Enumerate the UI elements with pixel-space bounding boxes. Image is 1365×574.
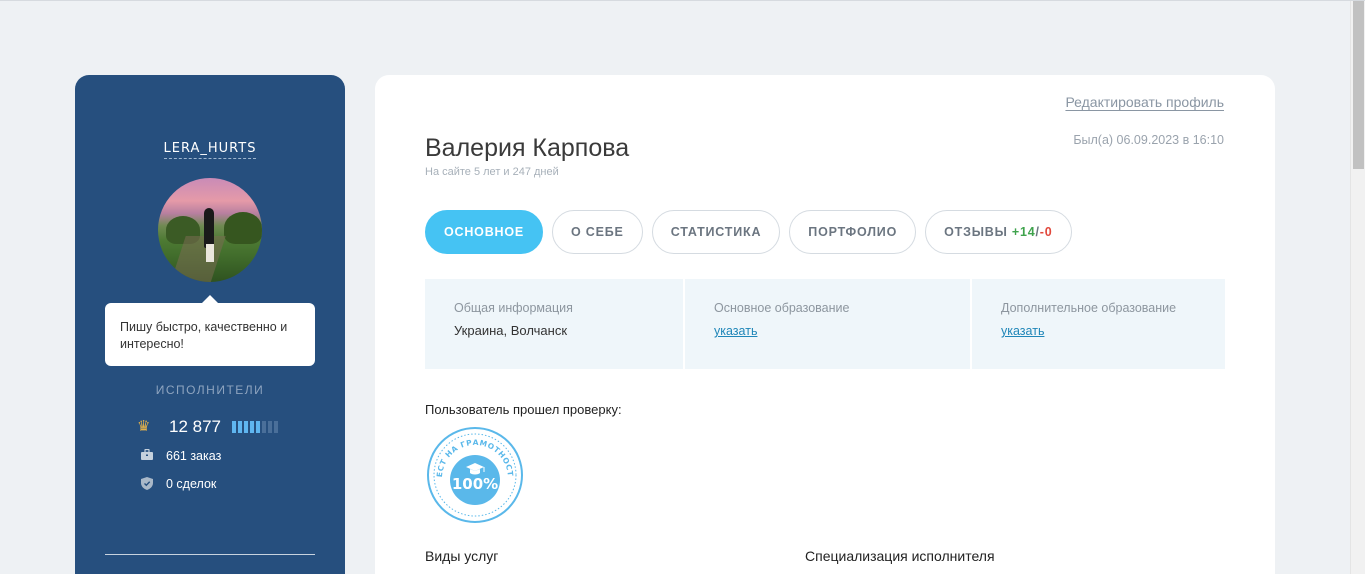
- bio-text: Пишу быстро, качественно и интересно!: [120, 320, 288, 351]
- tab-about[interactable]: О СЕБЕ: [552, 210, 643, 254]
- tab-statistics[interactable]: СТАТИСТИКА: [651, 210, 781, 254]
- tab-reviews[interactable]: ОТЗЫВЫ +14/-0: [925, 210, 1072, 254]
- verification-title: Пользователь прошел проверку:: [425, 402, 622, 417]
- briefcase-icon: [140, 448, 154, 463]
- rating-bar: [232, 421, 236, 433]
- rating-bar: [238, 421, 242, 433]
- deals-count: 0 сделок: [166, 477, 217, 491]
- profile-name: Валерия Карпова: [425, 134, 630, 162]
- info-extra-education: Дополнительное образование указать: [972, 279, 1225, 369]
- services-title: Виды услуг: [425, 548, 499, 564]
- crown-icon: ♛: [137, 418, 151, 435]
- last-seen: Был(а) 06.09.2023 в 16:10: [1073, 133, 1224, 147]
- username-link[interactable]: LERA_HURTS: [163, 141, 257, 159]
- info-extra-education-label: Дополнительное образование: [1001, 301, 1177, 315]
- info-general: Общая информация Украина, Волчанск: [425, 279, 683, 369]
- rating-bar: [244, 421, 248, 433]
- extra-education-specify-link[interactable]: указать: [1001, 324, 1044, 338]
- info-education-label: Основное образование: [714, 301, 850, 315]
- tab-portfolio[interactable]: ПОРТФОЛИО: [789, 210, 917, 254]
- shield-icon: [140, 477, 154, 491]
- info-education: Основное образование указать: [685, 279, 970, 369]
- rating-bar: [262, 421, 266, 433]
- info-general-value: Украина, Волчанск: [454, 323, 568, 338]
- specialization-title: Специализация исполнителя: [805, 548, 995, 564]
- avatar[interactable]: [158, 178, 262, 282]
- edit-profile-link[interactable]: Редактировать профиль: [1065, 94, 1224, 110]
- profile-sidebar: LERA_HURTS Пишу быстро, качественно и ин…: [75, 75, 345, 574]
- profile-tabs: ОСНОВНОЕ О СЕБЕ СТАТИСТИКА ПОРТФОЛИО ОТЗ…: [425, 210, 1072, 254]
- info-grid: Общая информация Украина, Волчанск Основ…: [425, 279, 1225, 369]
- reviews-negative: -0: [1039, 225, 1053, 239]
- deals-stat: 0 сделок: [140, 477, 216, 491]
- orders-stat: 661 заказ: [140, 448, 222, 463]
- badge-value: 100%: [452, 475, 498, 493]
- rating-row: ♛ 12 877: [137, 417, 278, 437]
- literacy-test-badge[interactable]: ТЕСТ НА ГРАМОТНОСТЬ 100%: [426, 426, 524, 524]
- rating-bar: [256, 421, 260, 433]
- user-role: ИСПОЛНИТЕЛИ: [155, 383, 265, 397]
- rating-level-bars: [232, 421, 278, 433]
- scrollbar-thumb[interactable]: [1353, 1, 1364, 169]
- rating-bar: [250, 421, 254, 433]
- member-since: На сайте 5 лет и 247 дней: [425, 166, 559, 178]
- tab-main[interactable]: ОСНОВНОЕ: [425, 210, 544, 254]
- profile-main: Редактировать профиль Был(а) 06.09.2023 …: [375, 75, 1275, 574]
- page-scrollbar[interactable]: [1350, 1, 1365, 574]
- orders-count: 661 заказ: [166, 449, 222, 463]
- username: LERA_HURTS: [75, 139, 345, 159]
- bio-bubble: Пишу быстро, качественно и интересно!: [105, 295, 315, 366]
- sidebar-divider: [105, 554, 315, 555]
- education-specify-link[interactable]: указать: [714, 324, 757, 338]
- rating-value: 12 877: [169, 417, 221, 436]
- reviews-positive: +14: [1011, 225, 1036, 239]
- rating-bar: [268, 421, 272, 433]
- info-general-label: Общая информация: [454, 301, 573, 315]
- rating-bar: [274, 421, 278, 433]
